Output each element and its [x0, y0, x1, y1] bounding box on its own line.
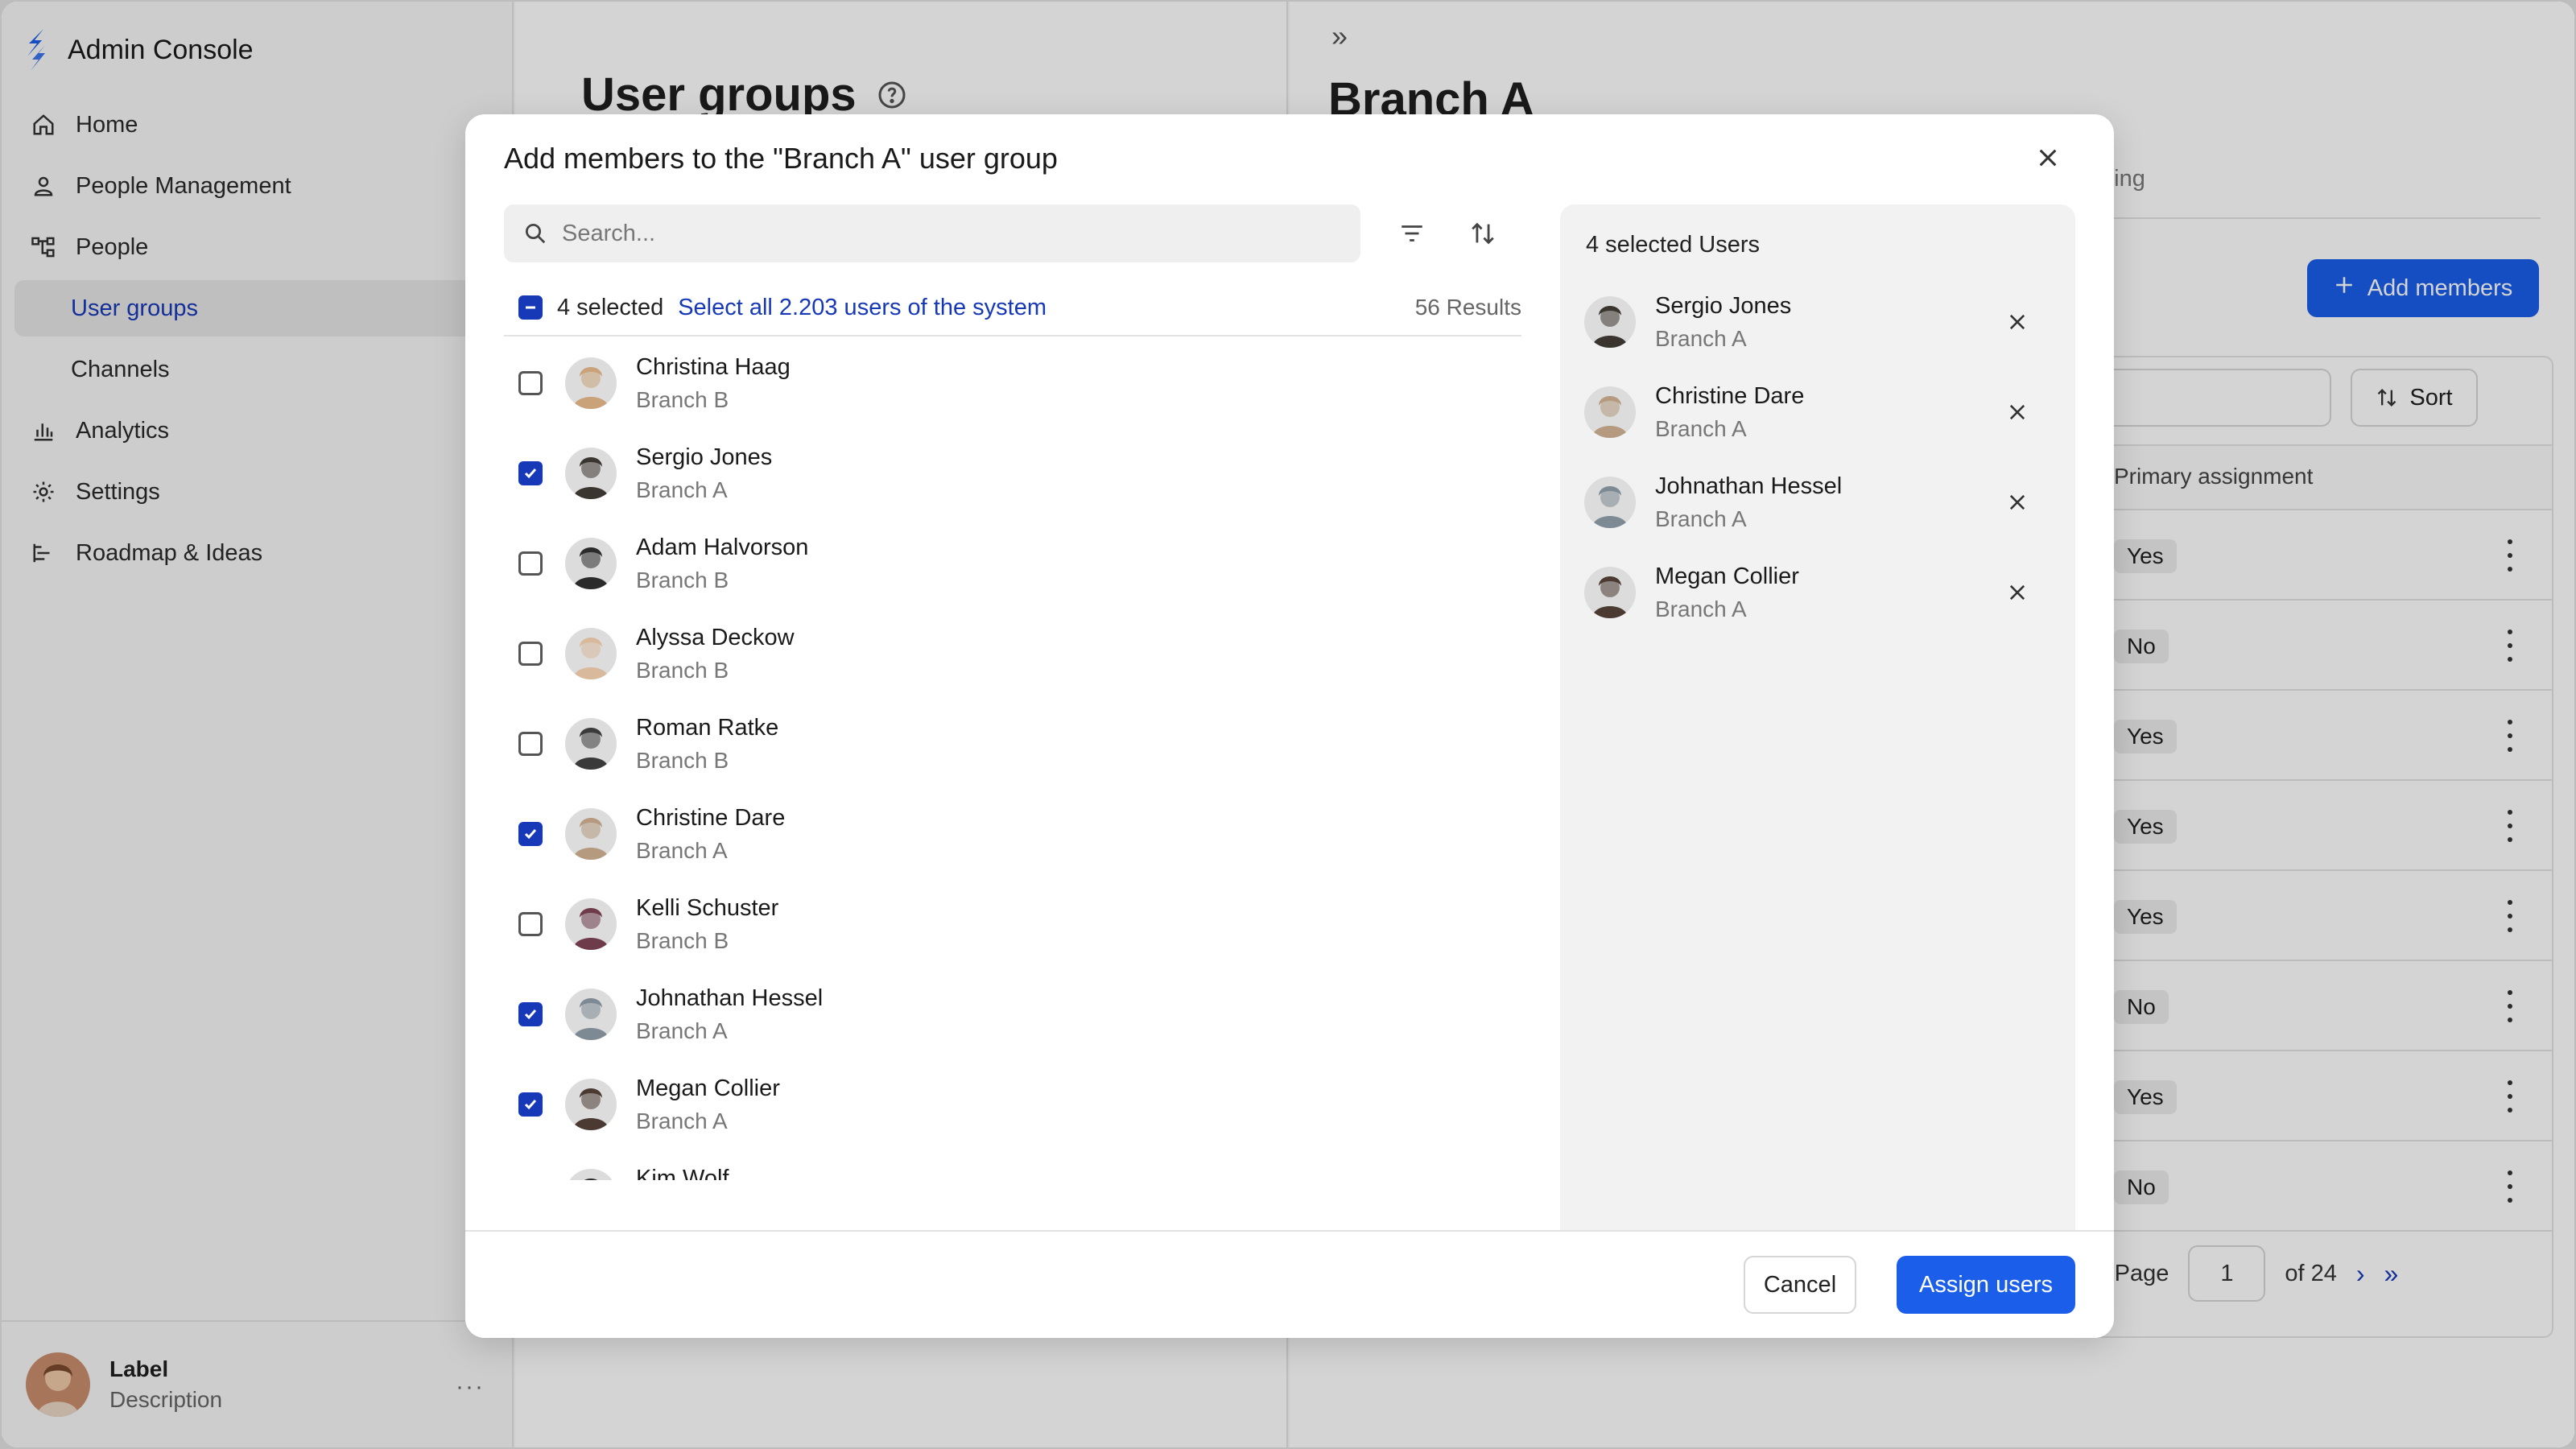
user-checkbox[interactable] [518, 461, 543, 485]
user-branch: Branch A [1655, 506, 1747, 531]
user-name: Sergio Jones [1655, 292, 1792, 319]
cancel-button[interactable]: Cancel [1744, 1256, 1856, 1314]
user-branch: Branch B [636, 386, 729, 412]
list-item[interactable]: Sergio Jones Branch A [504, 428, 1521, 518]
user-checkbox[interactable] [518, 912, 543, 936]
user-name: Kim Wolf [636, 1165, 729, 1181]
selected-user-item: Johnathan Hessel Branch A [1560, 457, 2075, 547]
results-count: 56 Results [1414, 295, 1521, 320]
user-list: Christina Haag Branch B Sergio Jones Branch… [504, 338, 1521, 1180]
user-name: Christine Dare [636, 804, 786, 831]
dialog-title: Add members to the "Branch A" user group [504, 142, 1058, 175]
list-item[interactable]: Alyssa Deckow Branch B [504, 609, 1521, 699]
list-item[interactable]: Johnathan Hessel Branch A [504, 969, 1521, 1059]
selection-bar: 4 selected Select all 2.203 users of the… [504, 280, 1521, 336]
avatar [565, 448, 617, 499]
user-name: Adam Halvorson [636, 534, 809, 560]
select-all-checkbox[interactable] [518, 295, 543, 320]
list-item[interactable]: Adam Halvorson Branch B [504, 518, 1521, 609]
user-name: Johnathan Hessel [636, 985, 824, 1011]
user-name: Megan Collier [1655, 563, 1799, 589]
avatar [565, 628, 617, 679]
user-name: Alyssa Deckow [636, 624, 795, 650]
list-item[interactable]: Kelli Schuster Branch B [504, 879, 1521, 969]
user-checkbox[interactable] [518, 732, 543, 756]
user-branch: Branch A [636, 1108, 728, 1133]
user-checkbox[interactable] [518, 371, 543, 395]
app-window: Admin Console Home People Management Peo… [2, 2, 2574, 1447]
selected-user-item: Christine Dare Branch A [1560, 367, 2075, 457]
user-branch: Branch B [636, 927, 729, 953]
remove-user-icon[interactable] [2001, 486, 2033, 518]
member-search [504, 204, 1360, 262]
remove-user-icon[interactable] [2001, 396, 2033, 428]
close-icon[interactable] [2030, 140, 2066, 175]
avatar [1584, 567, 1636, 618]
avatar [565, 1169, 617, 1180]
user-branch: Branch A [636, 477, 728, 502]
avatar [1584, 477, 1636, 528]
user-name: Christina Haag [636, 353, 791, 380]
list-item[interactable]: Roman Ratke Branch B [504, 699, 1521, 789]
sort-icon[interactable] [1462, 213, 1504, 254]
user-name: Kelli Schuster [636, 894, 779, 921]
user-checkbox[interactable] [518, 642, 543, 666]
user-checkbox[interactable] [518, 822, 543, 846]
avatar [565, 898, 617, 950]
avatar [1584, 386, 1636, 438]
list-item[interactable]: Christine Dare Branch A [504, 789, 1521, 879]
avatar [1584, 296, 1636, 348]
user-branch: Branch B [636, 747, 729, 773]
user-branch: Branch B [636, 657, 729, 683]
user-checkbox[interactable] [518, 1002, 543, 1026]
assign-users-button[interactable]: Assign users [1897, 1256, 2075, 1314]
remove-user-icon[interactable] [2001, 576, 2033, 609]
user-branch: Branch A [1655, 415, 1747, 441]
list-item[interactable]: Megan Collier Branch A [504, 1059, 1521, 1150]
user-name: Sergio Jones [636, 444, 773, 470]
remove-user-icon[interactable] [2001, 306, 2033, 338]
user-checkbox[interactable] [518, 551, 543, 576]
selected-count: 4 selected [557, 294, 664, 320]
user-name: Roman Ratke [636, 714, 779, 741]
avatar [565, 718, 617, 770]
select-all-link[interactable]: Select all 2.203 users of the system [678, 295, 1046, 321]
search-input[interactable] [562, 220, 1286, 247]
user-branch: Branch A [636, 837, 728, 863]
add-members-dialog: Add members to the "Branch A" user group… [465, 114, 2114, 1338]
filter-icon[interactable] [1391, 213, 1433, 254]
avatar [565, 989, 617, 1040]
user-name: Johnathan Hessel [1655, 473, 1843, 499]
user-name: Megan Collier [636, 1075, 780, 1101]
user-branch: Branch A [636, 1018, 728, 1043]
user-branch: Branch B [636, 567, 729, 592]
avatar [565, 1079, 617, 1130]
avatar [565, 808, 617, 860]
user-branch: Branch A [1655, 325, 1747, 351]
dialog-footer: Cancel Assign users [465, 1230, 2114, 1338]
user-checkbox[interactable] [518, 1092, 543, 1117]
user-branch: Branch A [1655, 596, 1747, 621]
selected-user-item: Sergio Jones Branch A [1560, 277, 2075, 367]
search-icon [526, 224, 546, 244]
user-name: Christine Dare [1655, 382, 1805, 409]
selected-user-item: Megan Collier Branch A [1560, 547, 2075, 638]
list-item[interactable]: Christina Haag Branch B [504, 338, 1521, 428]
list-item[interactable]: Kim WolfBranch B [504, 1150, 1521, 1180]
avatar [565, 538, 617, 589]
selected-users-title: 4 selected Users [1586, 232, 1760, 258]
selected-users-panel: 4 selected Users Sergio Jones Branch A Chr… [1560, 204, 2075, 1251]
avatar [565, 357, 617, 409]
